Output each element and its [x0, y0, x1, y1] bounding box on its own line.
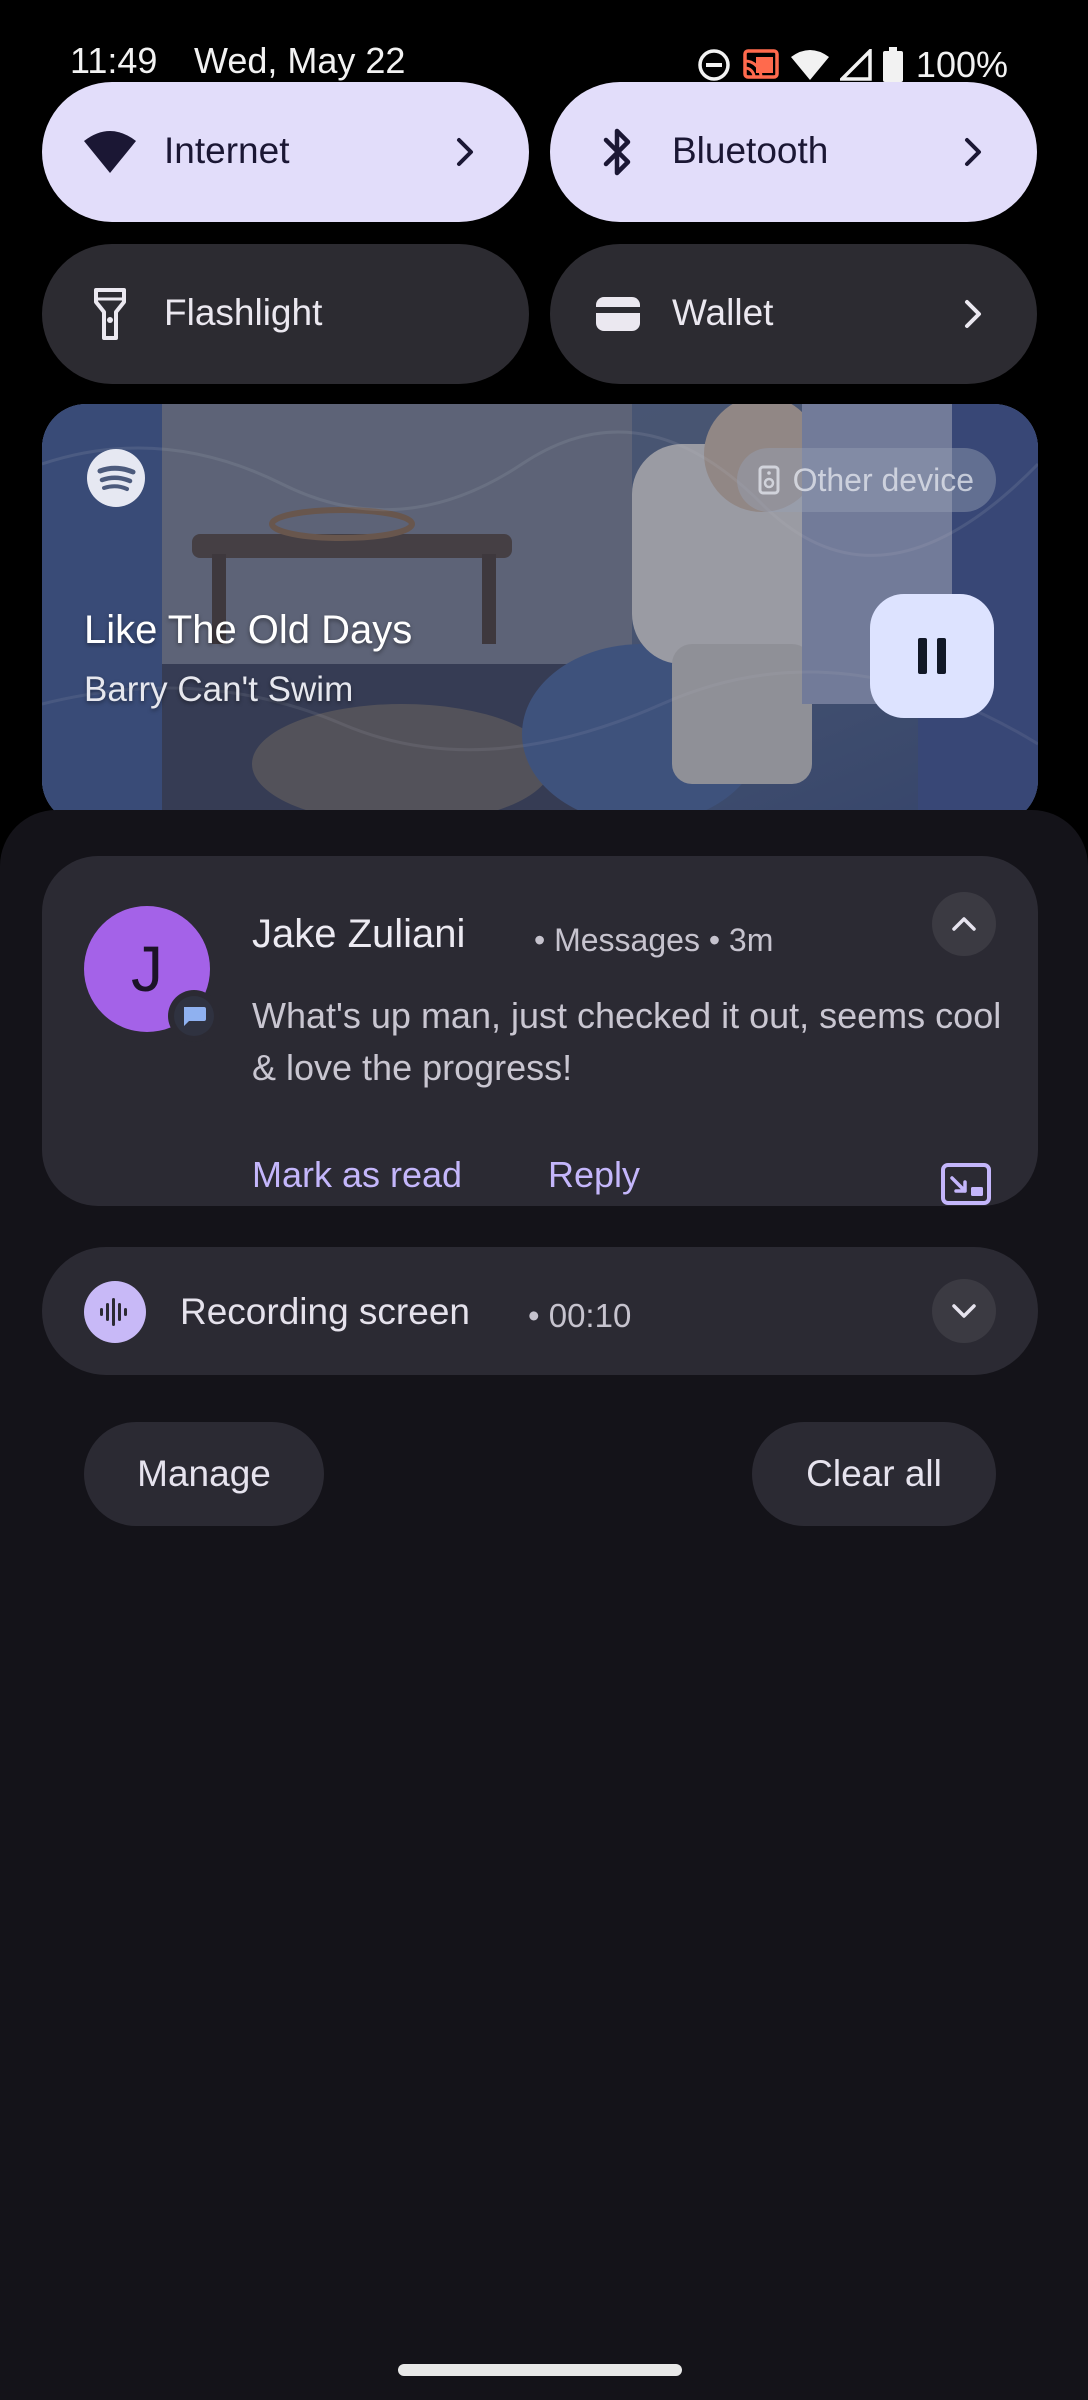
notification-sender: Jake Zuliani: [252, 912, 466, 956]
message-notification[interactable]: J Jake Zuliani • Messages • 3m What's up…: [42, 856, 1038, 1206]
tile-bluetooth[interactable]: Bluetooth: [550, 82, 1037, 222]
pause-icon: [918, 638, 946, 674]
avatar-letter: J: [131, 933, 163, 1005]
output-device-label: Other device: [792, 461, 974, 498]
recording-waveform-icon: [84, 1281, 146, 1343]
tile-internet-label: Internet: [164, 130, 290, 171]
notification-shade-screen: 11:49 Wed, May 22 100% Internet Bluetoot…: [0, 0, 1088, 2400]
mark-as-read-button[interactable]: Mark as read: [252, 1154, 462, 1196]
tile-bluetooth-label: Bluetooth: [672, 130, 829, 171]
status-date: Wed, May 22: [194, 40, 406, 81]
open-bubble-icon[interactable]: [938, 1156, 994, 1212]
media-player-card[interactable]: Other device Like The Old Days Barry Can…: [42, 404, 1038, 824]
wallet-icon: [588, 284, 648, 344]
screen-recording-notification[interactable]: Recording screen • 00:10: [42, 1247, 1038, 1375]
status-time: 11:49: [70, 40, 158, 81]
recording-elapsed: • 00:10: [528, 1297, 632, 1334]
recording-label: Recording screen: [180, 1291, 470, 1332]
wifi-icon: [80, 122, 140, 182]
chevron-right-icon: [965, 300, 981, 328]
media-artist: Barry Can't Swim: [84, 670, 354, 709]
battery-percent: 100%: [915, 44, 1008, 85]
expand-button[interactable]: [932, 1279, 996, 1343]
tile-flashlight-label: Flashlight: [164, 292, 323, 333]
home-gesture-bar[interactable]: [398, 2364, 682, 2376]
notification-meta: • Messages • 3m: [534, 922, 774, 958]
battery-icon: [882, 47, 903, 82]
status-bar: 11:49 Wed, May 22 100%: [0, 0, 1088, 85]
messages-app-badge: [168, 990, 220, 1042]
output-device-chip[interactable]: Other device: [736, 448, 996, 512]
bluetooth-icon: [588, 122, 648, 182]
clear-all-button[interactable]: Clear all: [752, 1422, 996, 1526]
chevron-right-icon: [965, 138, 981, 166]
chevron-down-icon: [952, 1304, 976, 1318]
chat-bubble-icon: [184, 1007, 206, 1026]
cell-signal-icon: [839, 49, 872, 81]
do-not-disturb-icon: [698, 49, 730, 81]
collapse-button[interactable]: [932, 892, 996, 956]
manage-button[interactable]: Manage: [84, 1422, 324, 1526]
media-song-title: Like The Old Days: [84, 608, 413, 652]
chevron-right-icon: [457, 138, 473, 166]
notification-message: What's up man, just checked it out, seem…: [252, 995, 1002, 1088]
wifi-icon: [790, 50, 829, 80]
tile-wallet[interactable]: Wallet: [550, 244, 1037, 384]
pause-button[interactable]: [870, 594, 994, 718]
tile-internet[interactable]: Internet: [42, 82, 529, 222]
tile-wallet-label: Wallet: [672, 292, 774, 333]
tile-flashlight[interactable]: Flashlight: [42, 244, 529, 384]
spotify-icon: [87, 449, 145, 507]
speaker-icon: [758, 465, 780, 495]
reply-button[interactable]: Reply: [548, 1154, 640, 1196]
cast-icon: [743, 49, 779, 79]
flashlight-icon: [80, 284, 140, 344]
status-icons: 100%: [696, 44, 1008, 86]
chevron-up-icon: [952, 917, 976, 931]
